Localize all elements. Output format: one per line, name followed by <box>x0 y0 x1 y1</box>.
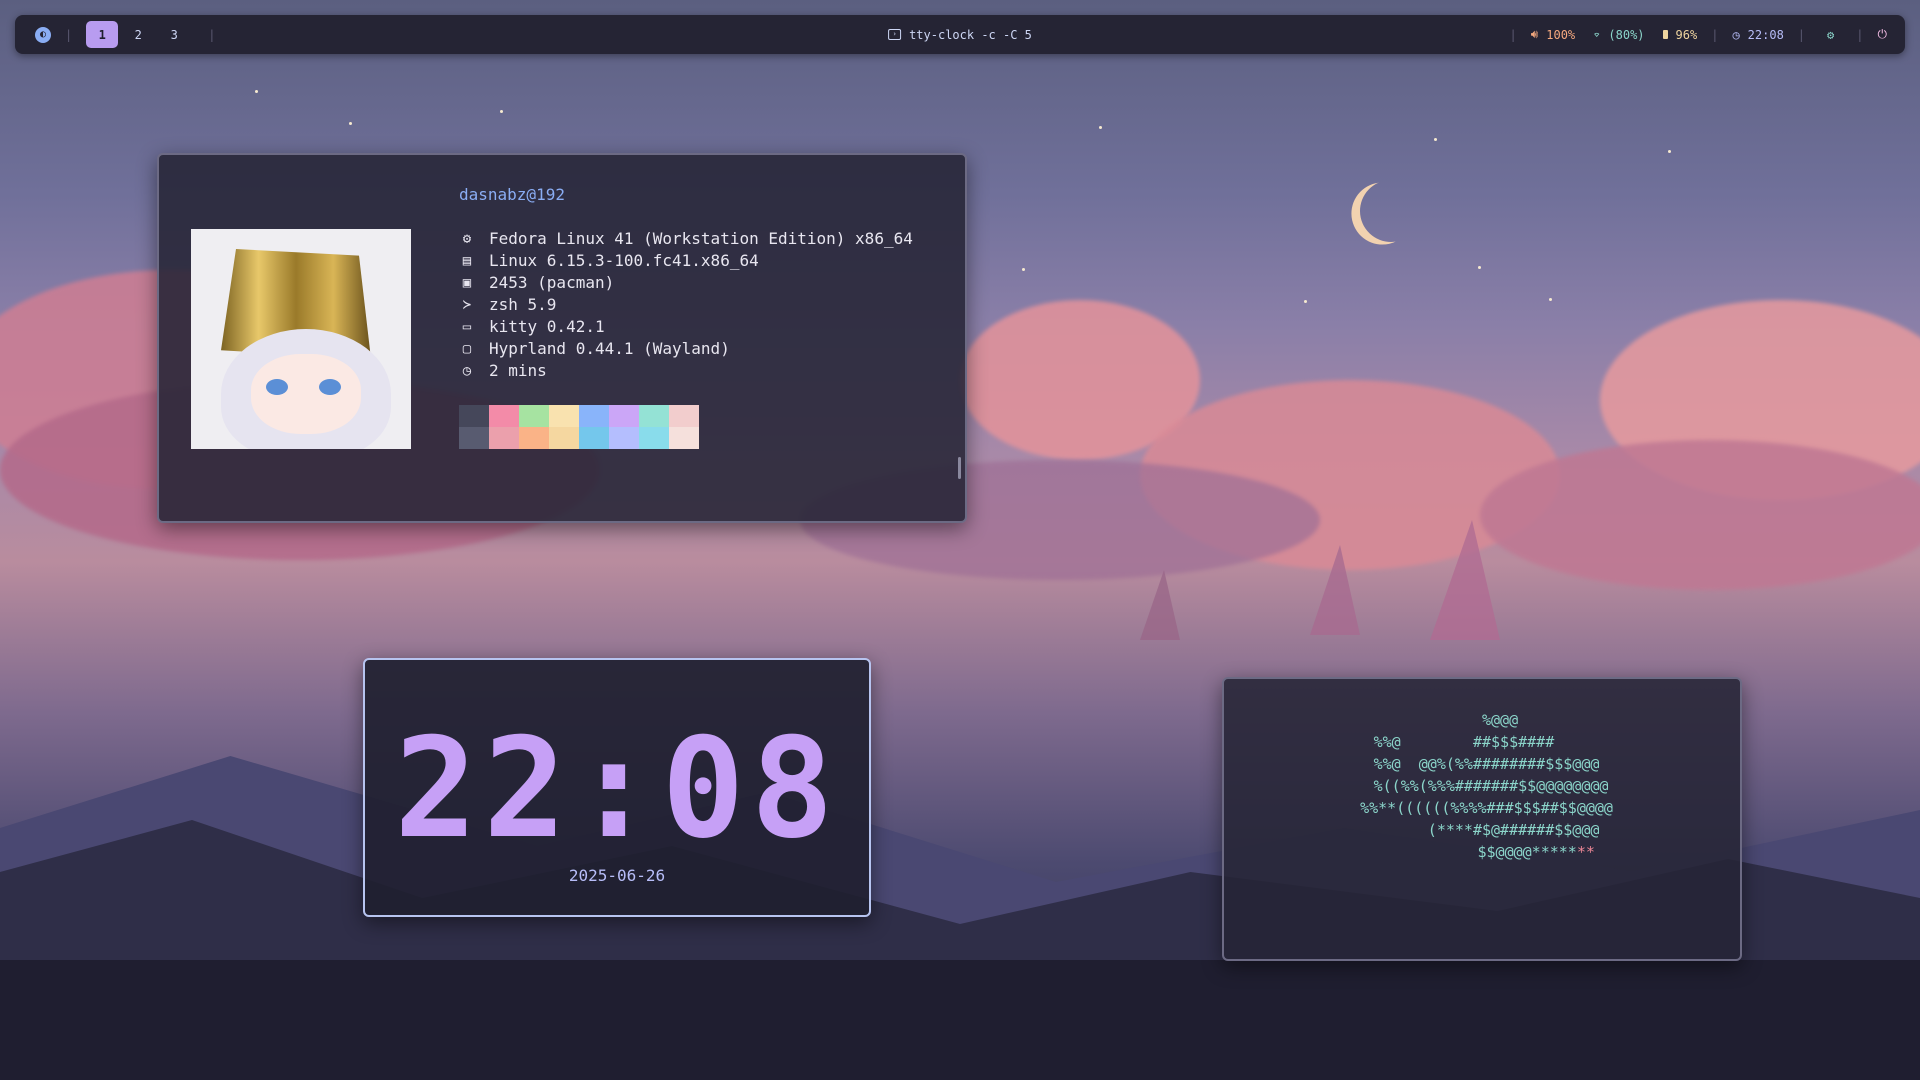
ascii-line: (****#$@######$$@@@ <box>1364 821 1600 839</box>
color-swatch <box>639 427 669 449</box>
scrollbar[interactable] <box>958 457 961 479</box>
battery-icon <box>1662 30 1668 39</box>
wifi-icon[interactable]: ⌔ <box>1593 28 1600 42</box>
window-title: tty-clock -c -C 5 <box>909 27 1032 42</box>
color-swatch <box>579 427 609 449</box>
color-swatch <box>609 405 639 427</box>
info-line: ▤ Linux 6.15.3-100.fc41.x86_64 <box>459 251 759 270</box>
workspace-3[interactable]: 3 <box>158 21 190 48</box>
kernel-icon: ▤ <box>462 252 472 269</box>
clock-icon: ◷ <box>462 362 472 379</box>
info-text: kitty 0.42.1 <box>489 317 605 336</box>
speaker-icon[interactable]: 🔊︎ <box>1531 27 1539 42</box>
avatar <box>191 229 411 449</box>
ascii-line: %%**((((((%%%%###$$$##$$@@@@ <box>1351 799 1613 817</box>
ascii-tail: ** <box>1576 843 1595 861</box>
info-text: Hyprland 0.44.1 (Wayland) <box>489 339 730 358</box>
info-line: ⚙ Fedora Linux 41 (Workstation Edition) x… <box>459 229 913 248</box>
ascii-line: $$@@@@******* <box>1224 841 1740 863</box>
color-swatch <box>459 405 489 427</box>
info-text: Fedora Linux 41 (Workstation Edition) x8… <box>489 229 913 248</box>
gear-icon: ⚙ <box>462 230 472 247</box>
active-window: › tty-clock -c -C 5 <box>888 28 1032 42</box>
color-swatch <box>519 405 549 427</box>
bar-time[interactable]: 22:08 <box>1748 28 1784 42</box>
ascii-line: %@@@ <box>1373 711 1591 729</box>
user-host: dasnabz@192 <box>459 185 565 204</box>
info-line: ◷ 2 mins <box>459 361 547 380</box>
info-text: Linux 6.15.3-100.fc41.x86_64 <box>489 251 759 270</box>
volume-level[interactable]: 100% <box>1546 28 1575 42</box>
color-swatch <box>669 427 699 449</box>
window-icon: ▢ <box>462 340 472 357</box>
ascii-art-window[interactable]: %@@@ %%@ ##$$$#### %%@ @@%(%%########$$$… <box>1222 677 1742 961</box>
wifi-strength[interactable]: (80%) <box>1608 28 1644 42</box>
tty-clock-window[interactable]: 22:08 2025-06-26 <box>363 658 871 917</box>
color-swatch <box>489 405 519 427</box>
info-line: ▭ kitty 0.42.1 <box>459 317 605 336</box>
shell-icon: ≻ <box>462 296 472 313</box>
arch-swirl-icon[interactable]: ◐ <box>35 26 51 43</box>
package-icon: ▣ <box>462 274 472 291</box>
ascii-art: %@@@ %%@ ##$$$#### %%@ @@%(%%########$$$… <box>1224 709 1740 863</box>
workspace-2[interactable]: 2 <box>122 21 154 48</box>
battery-level: 96% <box>1675 27 1698 42</box>
info-text: 2 mins <box>489 361 547 380</box>
ascii-line: %((%%(%%%#######$$@@@@@@@@ <box>1355 777 1609 795</box>
color-swatch <box>519 427 549 449</box>
color-swatch <box>459 427 489 449</box>
color-swatch <box>669 405 699 427</box>
ascii-line: %%@ @@%(%%########$$$@@@ <box>1364 755 1600 773</box>
top-bar: ◐ | 1 2 3 | › tty-clock -c -C 5 | 🔊︎ 100… <box>15 15 1905 54</box>
clock-time: 22:08 <box>394 708 840 869</box>
color-palette <box>459 405 699 449</box>
moon <box>1355 175 1427 247</box>
workspace-1[interactable]: 1 <box>86 21 119 48</box>
info-line: ≻ zsh 5.9 <box>459 295 557 314</box>
color-swatch <box>549 405 579 427</box>
info-text: 2453 (pacman) <box>489 273 615 292</box>
info-line: ▣ 2453 (pacman) <box>459 273 614 292</box>
ascii-line: %%@ ##$$$#### <box>1373 733 1591 751</box>
color-swatch <box>639 405 669 427</box>
fastfetch-window[interactable]: dasnabz@192 ⚙ Fedora Linux 41 (Workstatio… <box>157 153 967 523</box>
color-swatch <box>579 405 609 427</box>
color-swatch <box>489 427 519 449</box>
color-swatch <box>609 427 639 449</box>
info-text: zsh 5.9 <box>489 295 557 314</box>
terminal-icon: ▭ <box>462 318 472 335</box>
clock-date: 2025-06-26 <box>568 866 666 885</box>
ascii-line-text: $$@@@@***** <box>1369 843 1577 861</box>
power-icon[interactable]: ⏻ <box>1878 27 1888 42</box>
terminal-icon: › <box>888 29 902 40</box>
info-line: ▢ Hyprland 0.44.1 (Wayland) <box>459 339 730 358</box>
gear-icon[interactable]: ⚙ <box>1827 28 1834 42</box>
clock-icon: ◷ <box>1732 27 1740 42</box>
color-swatch <box>549 427 579 449</box>
